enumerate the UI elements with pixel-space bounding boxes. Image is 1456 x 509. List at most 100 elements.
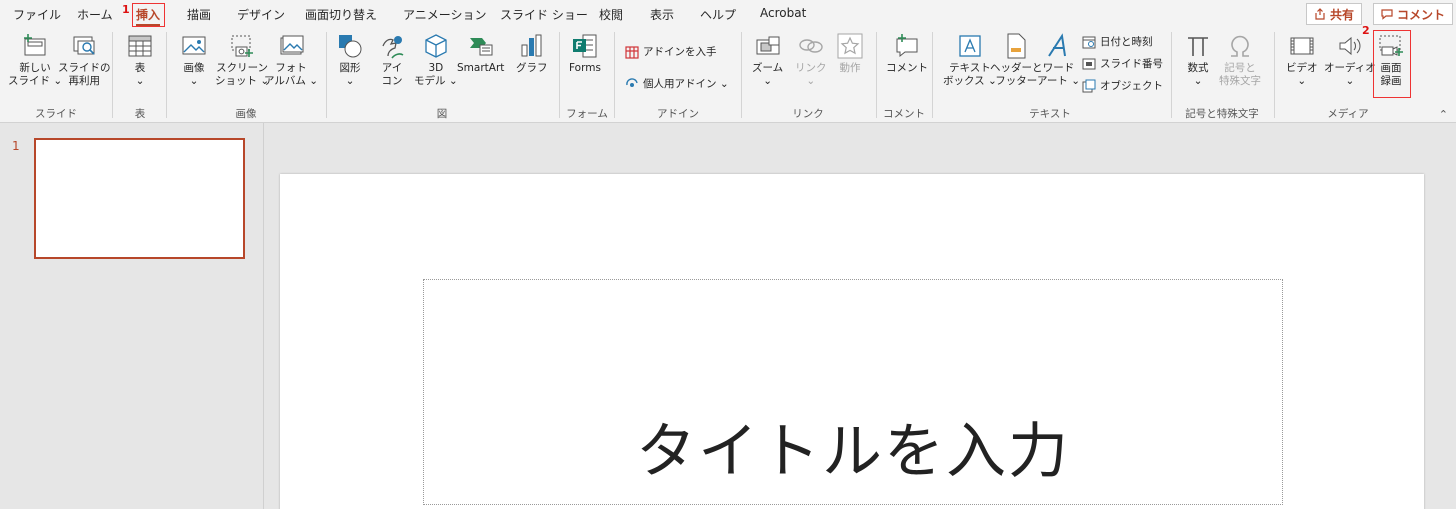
zoom-button[interactable]: ズーム ⌄ [752,32,783,88]
group-label-forms: フォーム [566,108,608,120]
screen-recording-button[interactable]: 画面 録画 [1377,32,1405,88]
forms-button[interactable]: Forms [569,32,601,75]
group-label-slides: スライド [35,108,77,120]
collapse-ribbon-icon[interactable]: ⌃ [1439,108,1448,121]
group-label-table: 表 [134,108,146,120]
textbox-button[interactable]: テキスト ボックス ⌄ [943,32,997,88]
picture-icon [182,36,206,55]
get-addins-button[interactable]: アドインを入手 [625,44,717,59]
my-addins-button[interactable]: 個人用アドイン ⌄ [625,76,729,91]
new-comment-icon [896,34,918,58]
calendar-icon [1082,36,1096,48]
group-separator [1274,32,1275,118]
reuse-slides-button[interactable]: スライドの 再利用 [58,32,111,88]
table-icon [128,35,152,57]
smartart-icon [469,38,493,56]
tab-transitions[interactable]: 画面切り替え [305,6,377,23]
slide-number-button[interactable]: スライド番号 [1082,56,1163,71]
tab-view[interactable]: 表示 [650,6,674,23]
zoom-icon [756,36,780,55]
screenshot-button[interactable]: スクリーン ショット ⌄ [215,32,269,88]
header-footer-button[interactable]: ヘッダーと フッター [990,32,1043,88]
action-star-icon [837,33,863,59]
tab-acrobat[interactable]: Acrobat [760,6,806,20]
group-separator [614,32,615,118]
tab-file[interactable]: ファイル [13,6,61,23]
shapes-icon [339,35,362,58]
object-button[interactable]: オブジェクト [1082,78,1163,93]
group-separator [166,32,167,118]
video-button[interactable]: ビデオ ⌄ [1286,32,1318,88]
comment-icon [1381,9,1393,20]
omega-icon [1231,35,1249,57]
smartart-button[interactable]: SmartArt [457,32,504,75]
tab-help[interactable]: ヘルプ [700,6,736,23]
ribbon-tab-bar: ファイル ホーム 1 挿入 描画 デザイン 画面切り替え アニメーション スライ… [0,0,1456,28]
tab-insert[interactable]: 挿入 [136,6,161,26]
reuse-slides-icon [73,36,95,55]
group-separator [326,32,327,118]
pictures-button[interactable]: 画像 ⌄ [180,32,208,88]
tab-draw[interactable]: 描画 [187,6,211,23]
tab-animations[interactable]: アニメーション [403,6,487,23]
chart-button[interactable]: グラフ [516,32,548,75]
header-footer-icon [1007,33,1026,59]
tab-slideshow[interactable]: スライド ショー [500,6,588,23]
comments-button[interactable]: コメント [1373,3,1454,25]
group-separator [932,32,933,118]
photo-album-icon [280,35,304,55]
wordart-button[interactable]: ワード アート ⌄ [1037,32,1080,88]
forms-icon [572,34,597,58]
screen-recording-icon [1379,35,1403,56]
slide-editing-area: タイトルを入力 [264,123,1456,509]
title-placeholder-text: タイトルを入力 [636,417,1070,487]
link-button[interactable]: リンク ⌄ [795,32,827,88]
tab-design[interactable]: デザイン [237,6,285,23]
slide-number-icon [1082,58,1096,69]
speaker-icon [1339,36,1361,56]
screenshot-icon [231,35,254,57]
new-comment-button[interactable]: コメント [886,32,928,75]
share-label: 共有 [1330,7,1355,22]
slide-thumbnail[interactable] [34,138,245,259]
video-icon [1290,37,1314,55]
table-button[interactable]: 表 ⌄ [126,32,154,88]
group-label-images: 画像 [235,108,257,120]
share-button[interactable]: 共有 [1306,3,1363,25]
icons-button[interactable]: アイ コン [378,32,406,88]
tab-review[interactable]: 校閲 [599,6,623,23]
tab-home[interactable]: ホーム [77,6,113,23]
object-icon [1082,79,1096,92]
addins-icon [626,77,638,87]
ribbon-insert: 新しい スライド ⌄ スライドの 再利用 スライド 表 ⌄ 表 画像 ⌄ スクリ… [0,24,1456,123]
group-label-symbols: 記号と特殊文字 [1185,108,1259,120]
group-separator [559,32,560,118]
wordart-icon [1047,33,1066,57]
group-separator [1171,32,1172,118]
store-icon [625,45,639,59]
group-label-addins: アドイン [657,108,699,120]
shapes-button[interactable]: 図形 ⌄ [336,32,364,88]
group-separator [112,32,113,118]
action-button[interactable]: 動作 [836,32,864,75]
link-icon [799,39,823,53]
new-slide-button[interactable]: 新しい スライド ⌄ [8,32,62,88]
3d-models-button[interactable]: 3D モデル ⌄ [414,32,458,88]
step-marker-2: 2 [1362,24,1370,37]
group-label-illustrations: 図 [436,108,448,120]
slide-thumbnail-pane: 1 [0,123,264,509]
textbox-icon [959,35,981,57]
group-label-links: リンク [792,108,824,120]
date-time-button[interactable]: 日付と時刻 [1082,34,1153,49]
group-label-media: メディア [1327,108,1369,120]
new-slide-icon [24,34,46,56]
equation-button[interactable]: 数式 ⌄ [1184,32,1212,88]
chart-icon [521,34,542,57]
slide[interactable]: タイトルを入力 [280,174,1424,509]
group-label-comments: コメント [883,108,925,120]
symbol-button[interactable]: 記号と 特殊文字 [1219,32,1261,88]
audio-button[interactable]: オーディオ ⌄ [1324,32,1376,88]
photo-album-button[interactable]: フォト アルバム ⌄ [264,32,318,88]
title-placeholder[interactable]: タイトルを入力 [423,279,1283,505]
group-separator [741,32,742,118]
